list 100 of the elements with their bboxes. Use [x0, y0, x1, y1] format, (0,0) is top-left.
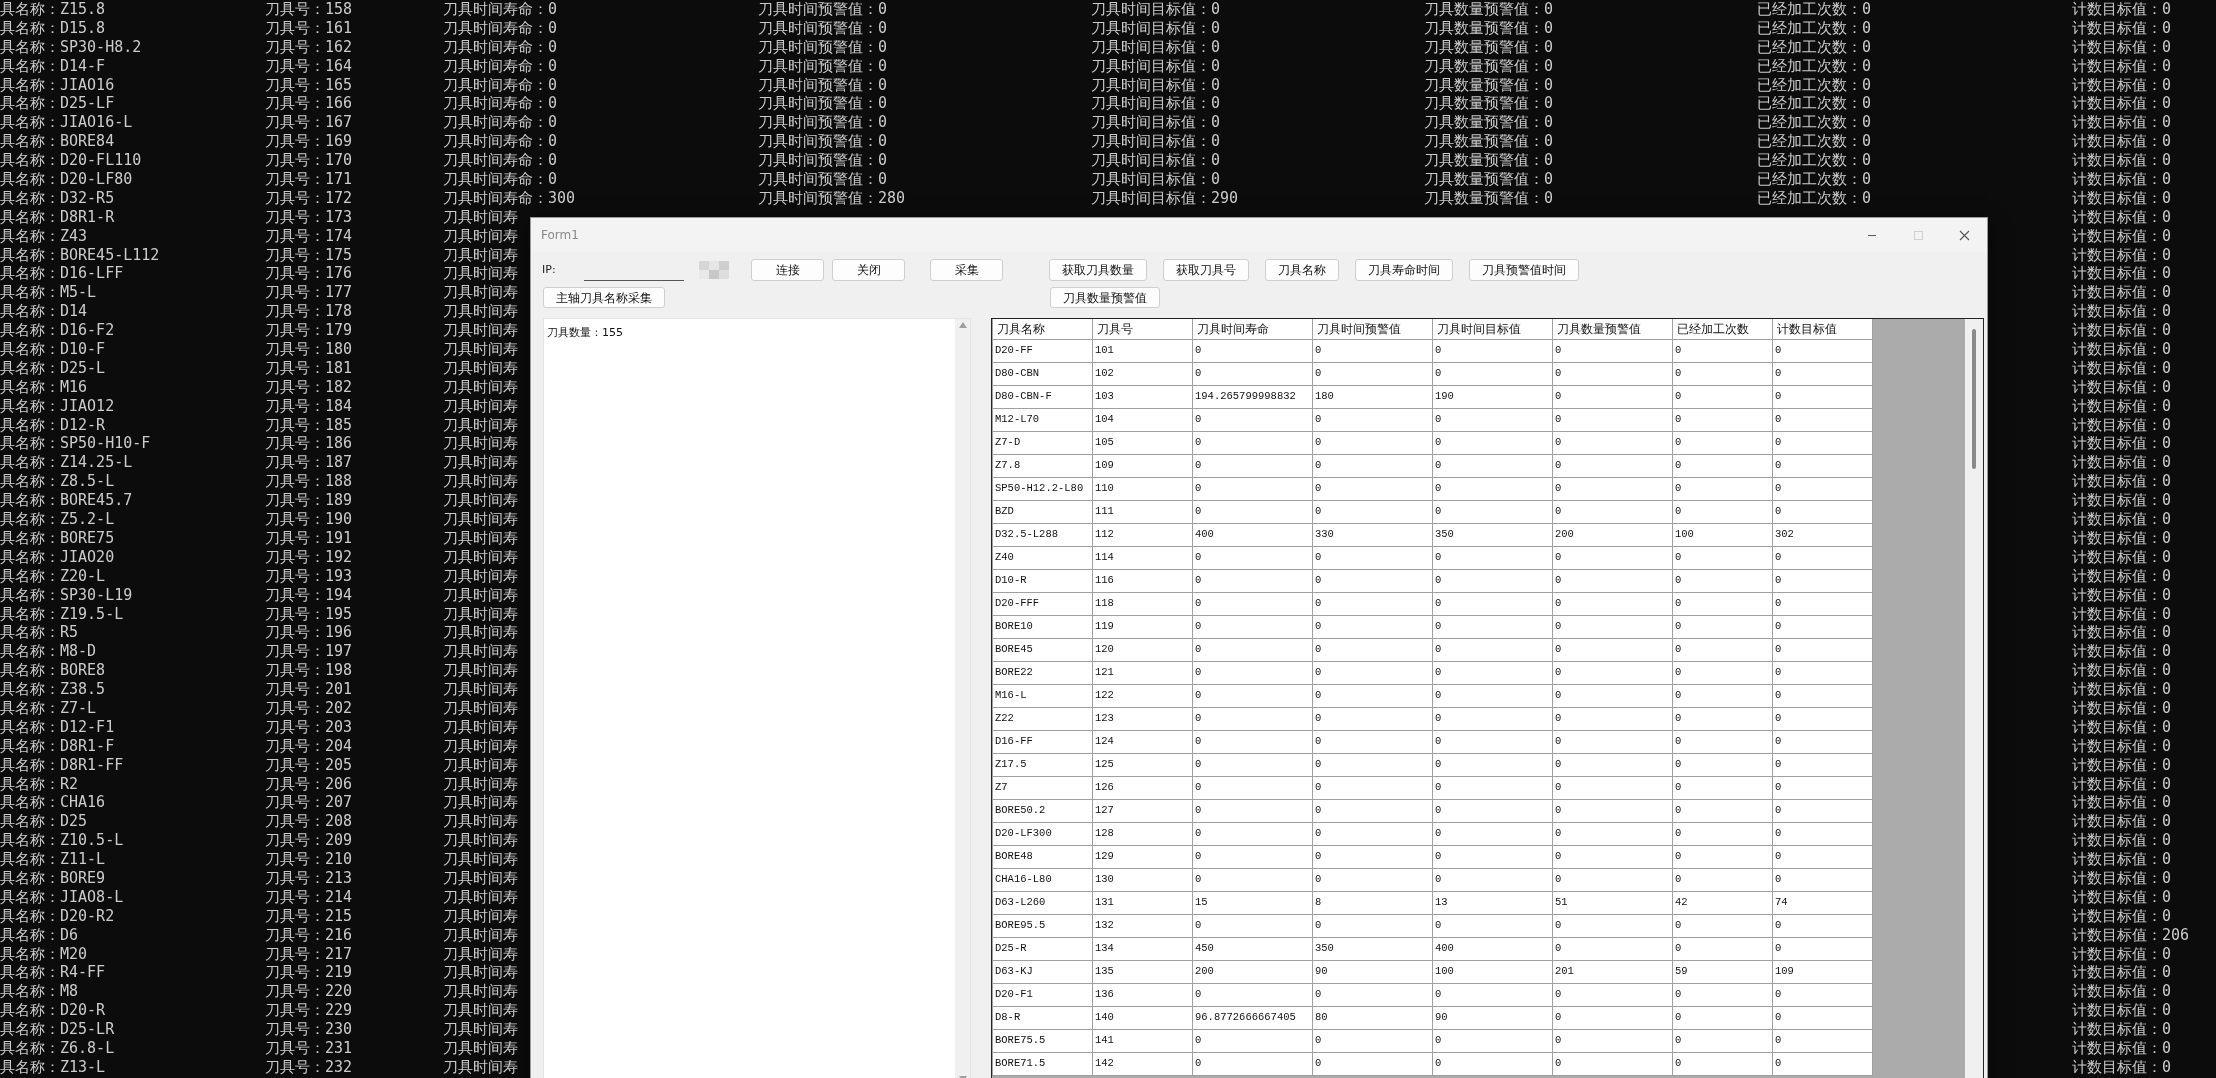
table-cell: 124 [1092, 730, 1193, 753]
table-cell: 0 [1432, 661, 1553, 684]
scrollbar-thumb[interactable] [1972, 329, 1976, 469]
console-text: 刀具时间寿 [443, 434, 518, 454]
action-button[interactable]: 刀具数量预警值 [1050, 287, 1160, 308]
console-text: 计数目标值：0 [2072, 717, 2172, 737]
table-cell: 0 [1552, 408, 1673, 431]
column-header[interactable]: 刀具时间目标值 [1432, 319, 1553, 339]
log-text: 刀具数量：155 [546, 325, 624, 341]
table-cell: 0 [1552, 868, 1673, 891]
console-text: 刀具号：220 [265, 982, 353, 1002]
column-header[interactable]: 刀具时间预警值 [1312, 319, 1433, 339]
console-text: 具名称：Z43 [0, 226, 88, 246]
console-text: 刀具号：193 [265, 566, 353, 586]
column-header[interactable]: 计数目标值 [1772, 319, 1873, 339]
action-button[interactable]: 获取刀具号 [1163, 259, 1249, 281]
console-text: 计数目标值：0 [2072, 585, 2172, 605]
action-button[interactable]: 连接 [751, 259, 824, 281]
console-text: 具名称：R5 [0, 623, 79, 643]
table-cell: 0 [1672, 937, 1773, 960]
action-button[interactable]: 刀具名称 [1265, 259, 1339, 281]
console-text: 刀具时间寿命：0 [443, 94, 558, 114]
table-cell: 0 [1192, 362, 1313, 385]
console-text: 具名称：Z15.8 [0, 0, 106, 19]
table-cell: 0 [1312, 983, 1433, 1006]
table-cell: 200 [1552, 523, 1673, 546]
console-text: 刀具时间寿 [443, 755, 518, 775]
table-cell: 0 [1552, 753, 1673, 776]
column-header[interactable]: 刀具名称 [992, 319, 1093, 339]
action-button[interactable]: 刀具寿命时间 [1355, 259, 1453, 281]
console-text: 刀具号：206 [265, 774, 353, 794]
table-cell: 109 [1772, 960, 1873, 983]
console-text: 具名称：D14-F [0, 56, 106, 76]
table-cell: 0 [1552, 799, 1673, 822]
console-text: 刀具时间寿 [443, 547, 518, 567]
table-cell: 0 [1552, 615, 1673, 638]
table-cell: 0 [1432, 477, 1553, 500]
table-cell: 0 [1552, 477, 1673, 500]
table-cell: 0 [1552, 592, 1673, 615]
table-cell: 0 [1772, 914, 1873, 937]
console-text: 具名称：SP30-L19 [0, 585, 133, 605]
console-text: 具名称：M16 [0, 377, 88, 397]
column-header[interactable]: 刀具时间寿命 [1192, 319, 1313, 339]
column-header[interactable]: 已经加工次数 [1672, 319, 1773, 339]
table-cell: 0 [1432, 408, 1553, 431]
console-text: 计数目标值：0 [2072, 396, 2172, 416]
action-button[interactable]: 获取刀具数量 [1049, 259, 1147, 281]
console-text: 计数目标值：0 [2072, 264, 2172, 284]
console-text: 刀具时间目标值：0 [1091, 56, 1221, 76]
table-cell: 0 [1672, 776, 1773, 799]
console-text: 具名称：JIAO16-L [0, 113, 133, 133]
table-cell: 0 [1192, 638, 1313, 661]
console-text: 刀具号：215 [265, 906, 353, 926]
console-text: 刀具号：174 [265, 226, 353, 246]
table-cell: D16-FF [992, 730, 1093, 753]
console-text: 计数目标值：0 [2072, 774, 2172, 794]
action-button[interactable]: 关闭 [832, 259, 905, 281]
table-cell: 131 [1092, 891, 1193, 914]
table-cell: D20-FFF [992, 592, 1093, 615]
column-header[interactable]: 刀具号 [1092, 319, 1193, 339]
table-cell: 0 [1772, 385, 1873, 408]
console-text: 计数目标值：0 [2072, 94, 2172, 114]
action-button[interactable]: 采集 [930, 259, 1003, 281]
console-text: 刀具时间寿 [443, 963, 518, 983]
table-cell: 0 [1672, 799, 1773, 822]
console-text: 刀具号：165 [265, 75, 353, 95]
table-cell: 114 [1092, 546, 1193, 569]
table-cell: 0 [1672, 431, 1773, 454]
console-text: 刀具号：190 [265, 510, 353, 529]
console-text: 刀具时间预警值：0 [758, 56, 888, 76]
console-text: 刀具号：175 [265, 245, 353, 265]
console-text: 刀具号：179 [265, 321, 353, 341]
action-button[interactable]: 主轴刀具名称采集 [543, 287, 665, 308]
console-text: 具名称：Z14.25-L [0, 453, 133, 473]
console-text: 已经加工次数：0 [1757, 188, 1872, 208]
table-cell: 0 [1772, 753, 1873, 776]
console-text: 计数目标值：0 [2072, 1039, 2172, 1058]
table-cell: 0 [1312, 638, 1433, 661]
column-header[interactable]: 刀具数量预警值 [1552, 319, 1673, 339]
console-text: 计数目标值：0 [2072, 245, 2172, 265]
console-text: 刀具时间寿命：300 [443, 188, 576, 208]
action-button[interactable]: 刀具预警值时间 [1469, 259, 1579, 281]
table-cell: D20-LF300 [992, 822, 1093, 845]
console-text: 计数目标值：0 [2072, 377, 2172, 397]
console-text: 具名称：BORE45.7 [0, 491, 133, 511]
console-text: 刀具号：192 [265, 547, 353, 567]
table-cell: 122 [1092, 684, 1193, 707]
console-text: 具名称：M8-D [0, 642, 97, 662]
console-text: 刀具号：180 [265, 340, 353, 359]
table-cell: 0 [1672, 592, 1773, 615]
table-cell: M12-L70 [992, 408, 1093, 431]
close-icon[interactable] [1958, 229, 1970, 241]
table-cell: 127 [1092, 799, 1193, 822]
table-cell: 0 [1552, 454, 1673, 477]
table-cell: 0 [1192, 339, 1313, 362]
table-cell: 0 [1772, 454, 1873, 477]
table-cell: 0 [1192, 776, 1313, 799]
table-cell: 0 [1772, 546, 1873, 569]
table-cell: 0 [1772, 477, 1873, 500]
console-text: 刀具时间寿 [443, 321, 518, 341]
